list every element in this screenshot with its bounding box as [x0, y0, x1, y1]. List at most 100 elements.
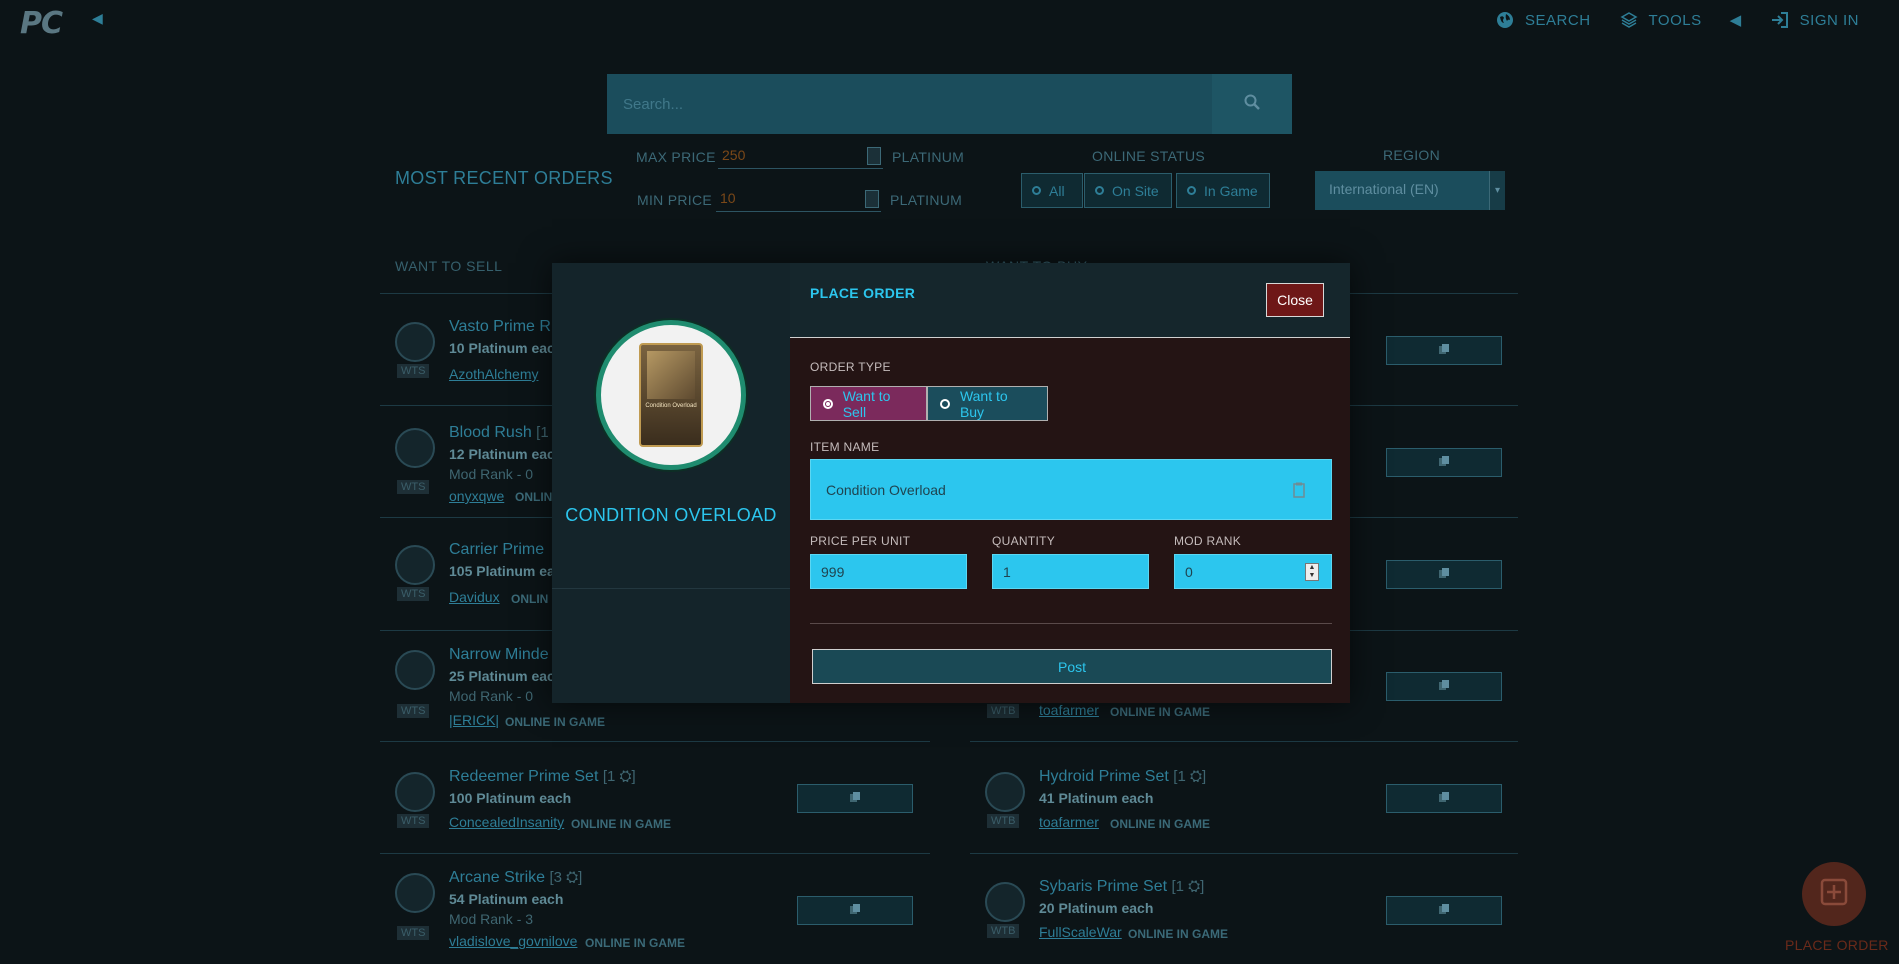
mod-rank-text: Mod Rank - 0: [449, 466, 534, 482]
max-price-input[interactable]: 250: [718, 143, 883, 169]
max-price-spinner[interactable]: [867, 147, 881, 165]
most-recent-orders-title: MOST RECENT ORDERS: [395, 168, 613, 188]
mod-rank-value: 0: [1185, 563, 1193, 580]
want-to-sell-header: WANT TO SELL: [395, 258, 503, 274]
max-price-label: MAX PRICE: [636, 149, 716, 165]
item-name-label: ITEM NAME: [810, 440, 880, 454]
price-per-unit-label: PRICE PER UNIT: [810, 534, 911, 548]
radio-selected-icon: [823, 398, 833, 409]
nav-search-label: SEARCH: [1525, 11, 1591, 29]
user-link[interactable]: toafarmer: [1039, 814, 1099, 830]
user-link[interactable]: ConcealedInsanity: [449, 814, 564, 830]
copy-button[interactable]: [1386, 672, 1502, 701]
order-type-badge: WTS: [397, 480, 430, 494]
chevron-left-icon: ◀: [1729, 12, 1742, 29]
item-price: 41 Platinum each: [1039, 790, 1154, 806]
item-title: Sybaris Prime Set: [1039, 878, 1168, 895]
stepper-arrows-icon[interactable]: ▲ ▼: [1305, 563, 1319, 581]
status-all-button[interactable]: All: [1021, 173, 1083, 208]
copy-button[interactable]: [1386, 448, 1502, 477]
nav-tools[interactable]: TOOLS: [1619, 10, 1702, 30]
copy-button[interactable]: [1386, 896, 1502, 925]
online-status-text: ONLIN: [511, 592, 549, 606]
copy-icon: [1438, 902, 1450, 920]
search-icon: [1243, 93, 1261, 116]
status-ingame-button[interactable]: In Game: [1176, 173, 1270, 208]
item-title-link[interactable]: Vasto Prime R: [449, 318, 551, 336]
item-name-field[interactable]: Condition Overload: [810, 459, 1332, 520]
item-title-link[interactable]: Arcane Strike [3 ⛭]: [449, 869, 582, 887]
radio-dot-icon: [1032, 186, 1041, 195]
radio-unselected-icon: [940, 398, 950, 409]
online-status-text: ONLINE IN GAME: [505, 715, 606, 729]
nav-signin[interactable]: SIGN IN: [1770, 10, 1859, 30]
nav-signin-label: SIGN IN: [1799, 11, 1859, 29]
user-link[interactable]: FullScaleWar: [1039, 924, 1122, 940]
item-price: 20 Platinum each: [1039, 900, 1154, 916]
item-price: 105 Platinum ea: [449, 563, 555, 579]
quantity-value: 1: [1003, 563, 1011, 580]
user-link[interactable]: Davidux: [449, 589, 500, 605]
item-rank: [1 ⛭]: [1171, 878, 1205, 895]
min-price-value: 10: [720, 190, 736, 206]
copy-icon: [1438, 790, 1450, 808]
platform-logo[interactable]: PC: [20, 6, 63, 41]
region-value: International (EN): [1329, 181, 1439, 197]
item-title: Hydroid Prime Set: [1039, 768, 1169, 785]
order-type-badge: WTS: [397, 704, 430, 718]
item-title: Blood Rush: [449, 424, 532, 441]
avatar: [395, 772, 435, 812]
region-select[interactable]: International (EN) ▾: [1315, 171, 1505, 210]
mod-rank-text: Mod Rank - 3: [449, 911, 534, 927]
order-type-label: ORDER TYPE: [810, 360, 891, 374]
region-label: REGION: [1383, 147, 1441, 163]
copy-button[interactable]: [1386, 560, 1502, 589]
avatar: [395, 322, 435, 362]
nav-collapse[interactable]: ◀: [1730, 11, 1742, 29]
user-link[interactable]: AzothAlchemy: [449, 366, 538, 382]
search-bar: [607, 74, 1212, 134]
item-title-link[interactable]: Carrier Prime: [449, 541, 544, 559]
search-button[interactable]: [1212, 74, 1292, 134]
copy-button[interactable]: [797, 784, 913, 813]
collapse-arrow-icon[interactable]: ◀: [92, 10, 103, 27]
close-button[interactable]: Close: [1266, 283, 1324, 317]
clipboard-icon[interactable]: [1293, 482, 1305, 501]
top-navigation: SEARCH TOOLS ◀ SIGN IN: [1495, 10, 1859, 30]
user-link[interactable]: toafarmer: [1039, 702, 1099, 718]
user-link[interactable]: vladislove_govnilove: [449, 933, 577, 949]
min-price-spinner[interactable]: [865, 190, 879, 208]
online-status-text: ONLINE IN GAME: [1110, 705, 1211, 719]
copy-button[interactable]: [797, 896, 913, 925]
item-title-link[interactable]: Sybaris Prime Set [1 ⛭]: [1039, 878, 1204, 896]
copy-icon: [1438, 342, 1450, 360]
post-button[interactable]: Post: [812, 649, 1332, 684]
copy-icon: [849, 902, 861, 920]
quantity-input[interactable]: 1: [992, 554, 1149, 589]
mod-rank-stepper[interactable]: 0 ▲ ▼: [1174, 554, 1332, 589]
status-onsite-button[interactable]: On Site: [1084, 173, 1172, 208]
copy-button[interactable]: [1386, 784, 1502, 813]
item-title-link[interactable]: Hydroid Prime Set [1 ⛭]: [1039, 768, 1206, 786]
search-input[interactable]: [607, 74, 1212, 134]
want-to-sell-radio[interactable]: Want to Sell: [810, 386, 927, 421]
item-title: Arcane Strike: [449, 869, 546, 886]
copy-button[interactable]: [1386, 336, 1502, 365]
mod-card-image: Condition Overload: [639, 343, 703, 447]
user-link[interactable]: |ERICK|: [449, 712, 499, 728]
online-status-text: ONLINE IN GAME: [585, 936, 686, 950]
user-link[interactable]: onyxqwe: [449, 488, 504, 504]
mod-rank-label: MOD RANK: [1174, 534, 1242, 548]
item-title-link[interactable]: Redeemer Prime Set [1 ⛭]: [449, 768, 636, 786]
radio-dot-icon: [1187, 186, 1196, 195]
item-title-link[interactable]: Blood Rush [1: [449, 424, 549, 442]
want-to-buy-radio[interactable]: Want to Buy: [927, 386, 1048, 421]
price-per-unit-input[interactable]: 999: [810, 554, 967, 589]
item-rank: [1: [536, 424, 549, 441]
modal-item-panel: Condition Overload CONDITION OVERLOAD: [552, 263, 790, 703]
place-order-fab[interactable]: [1802, 862, 1866, 926]
min-price-input[interactable]: 10: [716, 186, 881, 212]
want-to-buy-label: Want to Buy: [959, 387, 1008, 420]
nav-search[interactable]: SEARCH: [1495, 10, 1591, 30]
item-title-link[interactable]: Narrow Minde: [449, 646, 549, 664]
